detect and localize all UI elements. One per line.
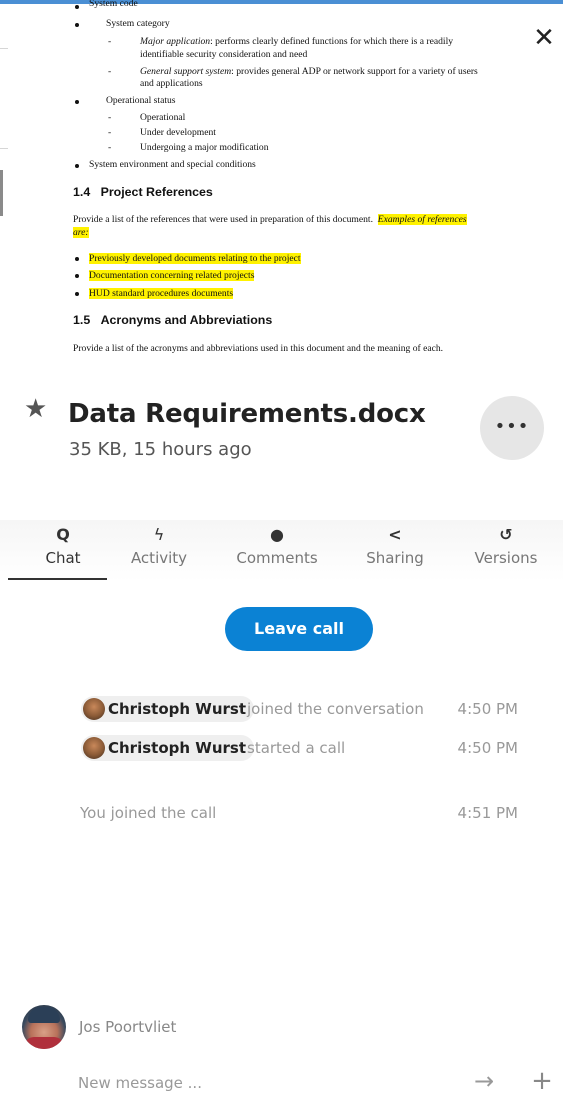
user-mention[interactable]: Christoph Wurst	[81, 735, 254, 761]
avatar	[83, 698, 105, 720]
section-heading: 1.4 Project References	[73, 185, 213, 199]
message-time: 4:50 PM	[457, 739, 518, 757]
message-time: 4:50 PM	[457, 700, 518, 718]
dash: -	[108, 127, 112, 138]
message-text: started a call	[247, 739, 346, 757]
doc-line: Under development	[140, 127, 216, 138]
chat-icon: Q	[56, 525, 70, 544]
bullet	[75, 23, 79, 27]
avatar-detail	[28, 1007, 60, 1023]
more-icon: •••	[494, 416, 530, 437]
tab-label: Comments	[236, 549, 318, 567]
tab-versions[interactable]: ↺ Versions	[468, 520, 544, 567]
system-message: You joined the call	[80, 804, 217, 822]
dash: -	[108, 142, 112, 153]
chat-message: Christoph Wurst joined the conversation …	[0, 696, 563, 722]
active-tab-indicator	[8, 578, 107, 580]
doc-line: Operational status	[106, 95, 176, 106]
comment-icon: ●	[270, 525, 284, 544]
tab-label: Sharing	[366, 549, 424, 567]
doc-line: identifiable security consideration and …	[140, 49, 308, 60]
doc-line: System environment and special condition…	[89, 159, 256, 170]
bullet	[75, 274, 79, 278]
history-icon: ↺	[499, 525, 513, 544]
tab-chat[interactable]: Q Chat	[30, 520, 96, 567]
user-mention[interactable]: Christoph Wurst	[81, 696, 254, 722]
section-heading: 1.5 Acronyms and Abbreviations	[73, 313, 273, 327]
close-icon[interactable]: ✕	[530, 24, 558, 52]
bullet	[75, 100, 79, 104]
file-title: Data Requirements.docx	[68, 399, 426, 429]
message-time: 4:51 PM	[457, 804, 518, 822]
tab-activity[interactable]: ϟ Activity	[124, 520, 194, 567]
doc-line: and applications	[140, 78, 203, 89]
bullet	[75, 292, 79, 296]
current-user-avatar	[22, 1005, 66, 1049]
doc-line: Operational	[140, 112, 186, 123]
leave-call-button[interactable]: Leave call	[225, 607, 373, 651]
doc-line: Previously developed documents relating …	[89, 253, 301, 264]
avatar	[83, 737, 105, 759]
doc-line: General support system: provides general…	[140, 66, 478, 77]
tab-comments[interactable]: ● Comments	[230, 520, 324, 567]
bullet	[75, 164, 79, 168]
lightning-icon: ϟ	[153, 525, 165, 544]
doc-line: Provide a list of the references that we…	[73, 214, 467, 225]
new-message-input[interactable]	[78, 1070, 458, 1096]
doc-line: HUD standard procedures documents	[89, 288, 234, 299]
tab-bar: Q Chat ϟ Activity ● Comments < Sharing ↺…	[0, 520, 563, 582]
bullet	[75, 5, 79, 9]
user-name: Christoph Wurst	[108, 739, 246, 757]
doc-line: System category	[106, 18, 170, 29]
doc-line: Major application: performs clearly defi…	[140, 36, 454, 47]
tab-label: Versions	[474, 549, 538, 567]
tab-sharing[interactable]: < Sharing	[360, 520, 430, 567]
doc-line: are:	[73, 227, 89, 238]
doc-line: Documentation concerning related project…	[89, 270, 255, 281]
star-icon[interactable]: ★	[24, 394, 47, 424]
more-actions-button[interactable]: •••	[480, 396, 544, 460]
doc-line: System code	[89, 0, 138, 9]
current-user-name: Jos Poortvliet	[79, 1018, 177, 1036]
doc-line: Undergoing a major modification	[140, 142, 269, 153]
tab-label: Chat	[45, 549, 81, 567]
share-icon: <	[388, 525, 402, 544]
add-attachment-icon[interactable]: +	[528, 1066, 556, 1096]
bullet	[75, 257, 79, 261]
chat-message: Christoph Wurst started a call 4:50 PM	[0, 735, 563, 761]
message-text: joined the conversation	[247, 700, 424, 718]
doc-line: Provide a list of the acronyms and abbre…	[73, 343, 444, 354]
file-meta: 35 KB, 15 hours ago	[69, 439, 252, 460]
dash: -	[108, 36, 112, 47]
avatar-detail	[24, 1037, 64, 1049]
tab-label: Activity	[130, 549, 188, 567]
user-name: Christoph Wurst	[108, 700, 246, 718]
send-icon[interactable]: →	[470, 1066, 498, 1096]
dash: -	[108, 112, 112, 123]
document-preview: System code System category - Major appl…	[0, 0, 563, 380]
dash: -	[108, 66, 112, 77]
